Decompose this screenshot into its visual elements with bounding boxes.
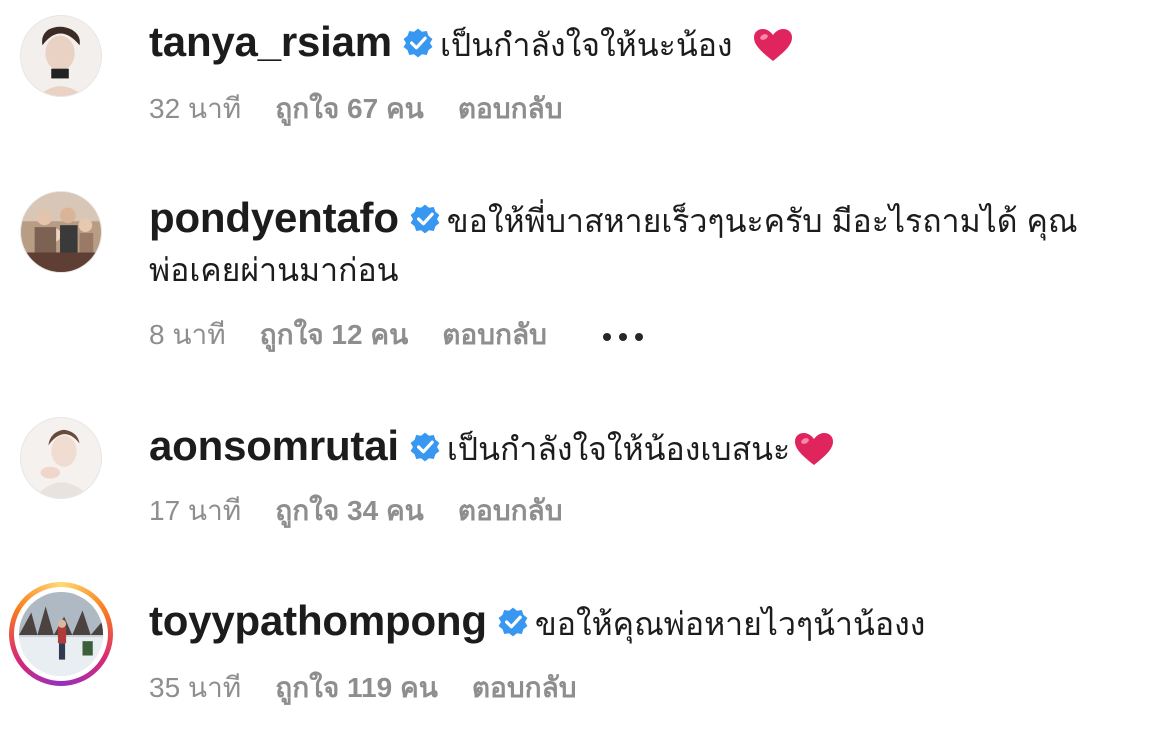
username[interactable]: tanya_rsiam: [149, 18, 392, 65]
comment-line: pondyentafo ขอให้พี่บาสหายเร็วๆนะครับ มีอ…: [149, 192, 1144, 247]
verified-badge-icon: [409, 431, 441, 463]
avatar[interactable]: [20, 417, 102, 499]
comment-text: เป็นกำลังใจให้นะน้อง: [439, 27, 733, 63]
verified-badge-icon: [402, 27, 434, 59]
more-options-icon[interactable]: [601, 331, 645, 343]
comment-time: 32 นาที: [149, 93, 242, 124]
comment-meta: 35 นาที ถูกใจ 119 คน ตอบกลับ: [149, 668, 577, 708]
comment-line: toyypathompong ขอให้คุณพ่อหายไวๆน้าน้องง: [149, 595, 1144, 650]
avatar[interactable]: [20, 191, 102, 273]
comment-line: tanya_rsiam เป็นกำลังใจให้นะน้อง: [149, 16, 1144, 71]
comment-text: เป็นกำลังใจให้น้องเบสนะ: [446, 431, 791, 467]
reply-button[interactable]: ตอบกลับ: [458, 89, 563, 129]
comment-text: ขอให้พี่บาสหายเร็วๆนะครับ มีอะไรถามได้ ค…: [446, 203, 1078, 239]
username[interactable]: toyypathompong: [149, 597, 487, 644]
heart-icon: [753, 28, 793, 62]
comment-text-continued: พ่อเคยผ่านมาก่อน: [149, 252, 399, 288]
reply-button[interactable]: ตอบกลับ: [472, 668, 577, 708]
likes-count[interactable]: ถูกใจ 119 คน: [275, 668, 438, 708]
heart-icon: [794, 432, 834, 466]
comment-time: 17 นาที: [149, 495, 242, 526]
reply-button[interactable]: ตอบกลับ: [458, 491, 563, 531]
avatar-with-story-ring[interactable]: [9, 582, 113, 686]
reply-button[interactable]: ตอบกลับ: [442, 315, 547, 355]
comment-meta: 17 นาที ถูกใจ 34 คน ตอบกลับ: [149, 491, 562, 531]
comment-time: 35 นาที: [149, 672, 242, 703]
comment-meta: 32 นาที ถูกใจ 67 คน ตอบกลับ: [149, 89, 562, 129]
username[interactable]: pondyentafo: [149, 194, 399, 241]
username[interactable]: aonsomrutai: [149, 422, 399, 469]
avatar[interactable]: [20, 15, 102, 97]
comment-line: aonsomrutai เป็นกำลังใจให้น้องเบสนะ: [149, 420, 1144, 475]
likes-count[interactable]: ถูกใจ 67 คน: [275, 89, 424, 129]
comment-meta: 8 นาที ถูกใจ 12 คน ตอบกลับ: [149, 315, 645, 355]
likes-count[interactable]: ถูกใจ 12 คน: [260, 315, 409, 355]
verified-badge-icon: [497, 606, 529, 638]
likes-count[interactable]: ถูกใจ 34 คน: [275, 491, 424, 531]
comment-text: ขอให้คุณพ่อหายไวๆน้าน้องง: [534, 606, 926, 642]
comment-time: 8 นาที: [149, 319, 226, 350]
verified-badge-icon: [409, 203, 441, 235]
